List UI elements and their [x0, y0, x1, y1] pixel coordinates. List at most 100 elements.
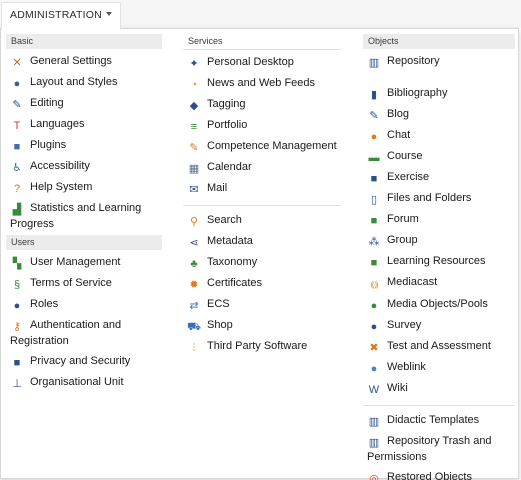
- menu-item-mail[interactable]: ✉ Mail: [183, 179, 341, 200]
- menu-item-learning-resources[interactable]: ■ Learning Resources: [363, 252, 515, 273]
- menu-item-privacy-and-security[interactable]: ■ Privacy and Security: [6, 352, 162, 373]
- group-heading-basic: Basic: [6, 34, 162, 49]
- group-heading-services: Services: [183, 34, 341, 50]
- menu-item-label: Learning Resources: [387, 255, 486, 267]
- menu-item-tagging[interactable]: ◆ Tagging: [183, 95, 341, 116]
- rss-icon: ◔: [190, 79, 198, 91]
- menu-item-user-management[interactable]: ▚ User Management: [6, 253, 162, 274]
- desktop-icon: ✦: [189, 58, 199, 70]
- menu-item-label: Forum: [387, 213, 419, 225]
- menu-item-help-system[interactable]: ? Help System: [6, 178, 162, 199]
- menu-item-roles[interactable]: ● Roles: [6, 295, 162, 316]
- menu-item-repository[interactable]: ▥ Repository: [363, 52, 515, 73]
- menu-item-didactic-templates[interactable]: ▥ Didactic Templates: [363, 411, 515, 432]
- menu-item-layout-and-styles[interactable]: ● Layout and Styles: [6, 73, 162, 94]
- menu-item-plugins[interactable]: ■ Plugins: [6, 136, 162, 157]
- menu-item-chat[interactable]: ● Chat: [363, 126, 515, 147]
- menu-item-label: Media Objects/Pools: [387, 298, 488, 310]
- menu-item-label: Course: [387, 150, 423, 162]
- menu-item-group[interactable]: ⁂ Group: [363, 231, 515, 252]
- menu-item-accessibility[interactable]: ♿ Accessibility: [6, 157, 162, 178]
- tag-icon: ◆: [189, 100, 199, 112]
- menu-item-authentication-and-registration[interactable]: ⚷ Authentication and Registration: [6, 316, 162, 352]
- menu-item-label: Group: [387, 234, 418, 246]
- menu-item-label: Didactic Templates: [387, 414, 480, 426]
- administration-menu-label: ADMINISTRATION: [10, 9, 102, 21]
- menu-item-label: Help System: [30, 181, 93, 193]
- menu-item-general-settings[interactable]: ✕ General Settings: [6, 52, 162, 73]
- menu-item-wiki[interactable]: W Wiki: [363, 379, 515, 400]
- column-services: Services ✦ Personal Desktop ◔ News and Web F…: [183, 34, 341, 358]
- menu-item-personal-desktop[interactable]: ✦ Personal Desktop: [183, 53, 341, 74]
- menu-item-label: Test and Assessment: [387, 340, 491, 352]
- menu-item-label: Metadata: [207, 235, 253, 247]
- languages-icon: T: [13, 120, 21, 132]
- learning-resources-icon: ■: [370, 257, 378, 269]
- help-icon: ?: [13, 183, 21, 195]
- menu-item-news-and-web-feeds[interactable]: ◔ News and Web Feeds: [183, 74, 341, 95]
- menu-item-label: Repository Trash and Permissions: [367, 435, 492, 463]
- menu-item-blog[interactable]: ✎ Blog: [363, 105, 515, 126]
- blog-icon: ✎: [369, 110, 379, 122]
- menu-item-metadata[interactable]: ⋖ Metadata: [183, 232, 341, 253]
- menu-item-label: User Management: [30, 256, 121, 268]
- menu-item-exercise[interactable]: ■ Exercise: [363, 168, 515, 189]
- menu-item-label: Mediacast: [387, 276, 438, 288]
- users-icon: ▚: [12, 258, 22, 270]
- divider: [363, 405, 515, 406]
- forum-icon: ■: [370, 215, 378, 227]
- menu-item-label: News and Web Feeds: [207, 77, 316, 89]
- menu-item-portfolio[interactable]: ≡ Portfolio: [183, 116, 341, 137]
- pen-icon: ✎: [12, 99, 22, 111]
- key-icon: ⚷: [12, 321, 22, 333]
- menu-item-label: Survey: [387, 319, 422, 331]
- menu-item-weblink[interactable]: ● Weblink: [363, 358, 515, 379]
- trash-permissions-icon: ▥: [368, 437, 380, 449]
- menu-item-search[interactable]: ⚲ Search: [183, 211, 341, 232]
- menu-item-label: Taxonomy: [207, 256, 258, 268]
- menu-item-course[interactable]: ▬ Course: [363, 147, 515, 168]
- menu-item-label: Mail: [207, 182, 228, 194]
- menu-item-third-party-software[interactable]: ⫶ Third Party Software: [183, 337, 341, 358]
- menu-item-languages[interactable]: T Languages: [6, 115, 162, 136]
- menu-item-forum[interactable]: ■ Forum: [363, 210, 515, 231]
- org-unit-icon: ⊥: [12, 378, 22, 390]
- didactic-template-icon: ▥: [368, 416, 380, 428]
- menu-item-media-objects-pools[interactable]: ● Media Objects/Pools: [363, 295, 515, 316]
- menu-item-taxonomy[interactable]: ♣ Taxonomy: [183, 253, 341, 274]
- menu-item-repository-trash-and-permissions[interactable]: ▥ Repository Trash and Permissions: [363, 432, 515, 468]
- menu-item-organisational-unit[interactable]: ⊥ Organisational Unit: [6, 373, 162, 394]
- file-icon: ▯: [370, 194, 378, 206]
- menu-item-files-and-folders[interactable]: ▯ Files and Folders: [363, 189, 515, 210]
- survey-icon: ●: [370, 321, 378, 333]
- menu-item-statistics-and-learning-progress[interactable]: ▟ Statistics and Learning Progress: [6, 199, 162, 235]
- menu-item-calendar[interactable]: ▦ Calendar: [183, 158, 341, 179]
- menu-item-mediacast[interactable]: ((·)) Mediacast: [363, 273, 515, 295]
- menu-item-label: Search: [207, 214, 242, 226]
- menu-item-bibliography[interactable]: ▮ Bibliography: [363, 84, 515, 105]
- menu-item-test-and-assessment[interactable]: ✖ Test and Assessment: [363, 337, 515, 358]
- menu-item-label: Roles: [30, 298, 59, 310]
- media-pool-icon: ●: [370, 300, 378, 312]
- wiki-icon: W: [368, 384, 380, 396]
- mediacast-icon: ((·)): [370, 282, 379, 289]
- administration-menu-button[interactable]: ADMINISTRATION: [1, 2, 121, 30]
- calendar-icon: ▦: [188, 163, 200, 175]
- lock-icon: ■: [13, 357, 21, 369]
- menu-item-ecs[interactable]: ⇄ ECS: [183, 295, 341, 316]
- menu-item-shop[interactable]: ⛟ Shop: [183, 316, 341, 337]
- menu-item-restored-objects[interactable]: ◎ Restored Objects: [363, 468, 515, 480]
- menu-item-label: Layout and Styles: [30, 76, 118, 88]
- menu-item-competence-management[interactable]: ✎ Competence Management: [183, 137, 341, 158]
- menu-item-survey[interactable]: ● Survey: [363, 316, 515, 337]
- menu-item-editing[interactable]: ✎ Editing: [6, 94, 162, 115]
- menu-item-certificates[interactable]: ✹ Certificates: [183, 274, 341, 295]
- roles-icon: ●: [13, 300, 21, 312]
- menu-item-label: Blog: [387, 108, 410, 120]
- menu-item-label: Certificates: [207, 277, 263, 289]
- mail-icon: ✉: [189, 184, 199, 196]
- menu-item-terms-of-service[interactable]: § Terms of Service: [6, 274, 162, 295]
- menu-item-label: Weblink: [387, 361, 426, 373]
- menu-item-label: Restored Objects: [387, 471, 472, 480]
- certificate-icon: ✹: [189, 279, 199, 291]
